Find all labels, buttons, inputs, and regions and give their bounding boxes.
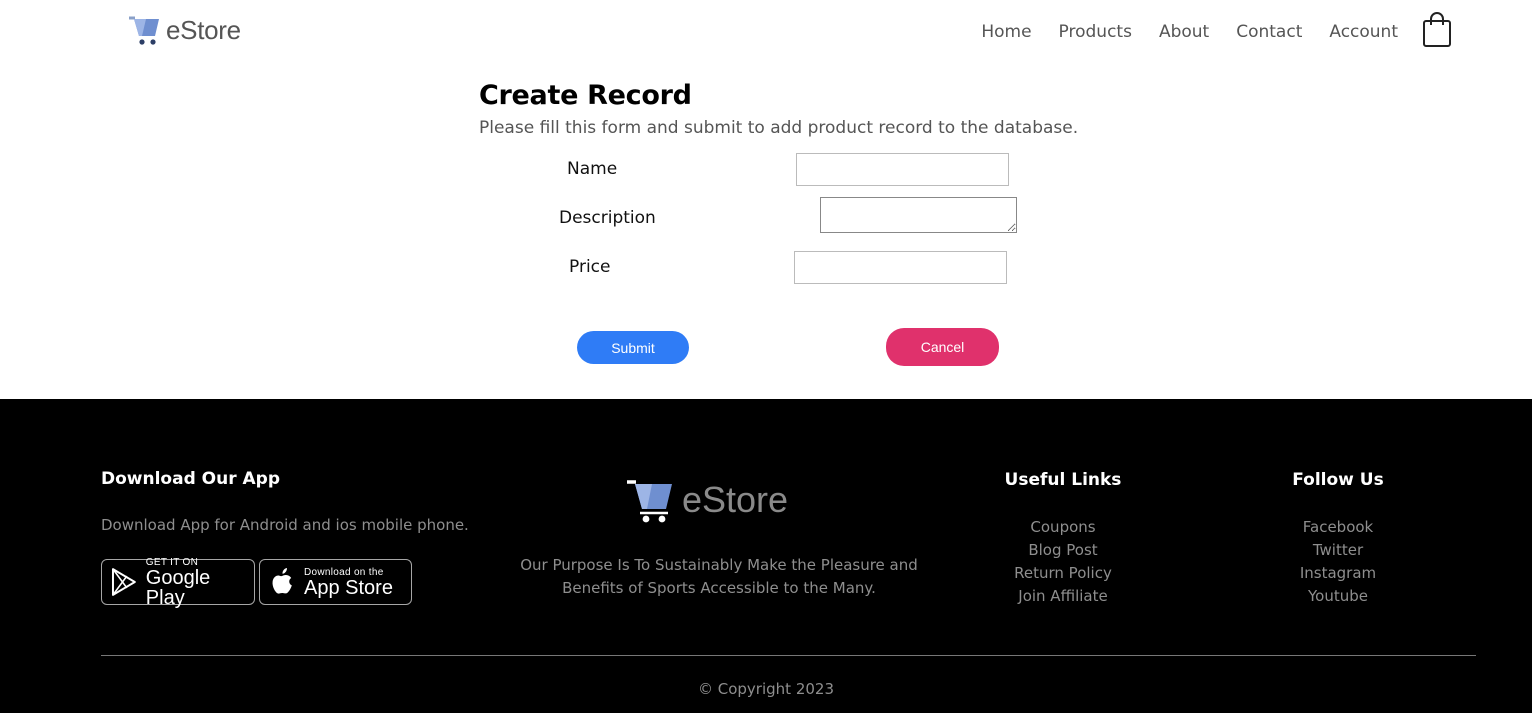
- footer-link-blog-post[interactable]: Blog Post: [963, 539, 1163, 562]
- nav-contact[interactable]: Contact: [1236, 22, 1302, 42]
- social-link-instagram[interactable]: Instagram: [1238, 562, 1438, 585]
- purpose-line-1: Our Purpose Is To Sustainably Make the P…: [520, 556, 918, 574]
- nav-home[interactable]: Home: [981, 22, 1031, 42]
- copyright-text: © Copyright 2023: [697, 680, 834, 698]
- price-label: Price: [569, 257, 611, 277]
- price-field[interactable]: [794, 251, 1007, 284]
- social-link-facebook[interactable]: Facebook: [1238, 516, 1438, 539]
- footer-link-coupons[interactable]: Coupons: [963, 516, 1163, 539]
- google-play-icon: [111, 568, 136, 596]
- app-store-badge[interactable]: Download on the App Store: [259, 559, 412, 605]
- shopping-cart-icon: [627, 480, 672, 523]
- site-footer: Download Our App Download App for Androi…: [0, 399, 1532, 713]
- google-play-small-text: GET IT ON: [145, 556, 199, 568]
- page-title: Create Record: [479, 80, 692, 111]
- app-store-small-text: Download on the: [304, 566, 384, 578]
- useful-links-list: Coupons Blog Post Return Policy Join Aff…: [963, 516, 1163, 608]
- shopping-cart-icon: [129, 16, 159, 45]
- submit-button[interactable]: Submit: [577, 331, 689, 364]
- social-link-youtube[interactable]: Youtube: [1238, 585, 1438, 608]
- google-play-big-text: Google Play: [145, 566, 211, 609]
- footer-purpose: Our Purpose Is To Sustainably Make the P…: [500, 554, 938, 600]
- footer-divider: [101, 655, 1476, 656]
- cancel-button[interactable]: Cancel: [886, 328, 999, 366]
- footer-link-return-policy[interactable]: Return Policy: [963, 562, 1163, 585]
- app-store-big-text: App Store: [304, 576, 393, 599]
- description-field[interactable]: [820, 197, 1017, 233]
- footer-brand-name: eStore: [682, 479, 789, 520]
- download-app-heading: Download Our App: [101, 469, 281, 489]
- follow-us-list: Facebook Twitter Instagram Youtube: [1238, 516, 1438, 608]
- description-label: Description: [559, 208, 656, 228]
- page-subtitle: Please fill this form and submit to add …: [479, 118, 1079, 138]
- brand-logo[interactable]: eStore: [128, 14, 241, 46]
- social-link-twitter[interactable]: Twitter: [1238, 539, 1438, 562]
- nav-account[interactable]: Account: [1329, 22, 1398, 42]
- main-nav: Home Products About Contact Account: [954, 22, 1398, 42]
- download-app-text: Download App for Android and ios mobile …: [101, 516, 469, 534]
- follow-us-heading: Follow Us: [1292, 470, 1384, 490]
- name-label: Name: [567, 159, 618, 179]
- nav-about[interactable]: About: [1159, 22, 1209, 42]
- purpose-line-2: Benefits of Sports Accessible to the Man…: [562, 579, 876, 597]
- nav-products[interactable]: Products: [1059, 22, 1132, 42]
- apple-icon: [272, 568, 292, 594]
- brand-name: eStore: [166, 14, 241, 45]
- name-field[interactable]: [796, 153, 1009, 186]
- google-play-badge[interactable]: GET IT ON Google Play: [101, 556, 255, 609]
- footer-logo[interactable]: eStore: [626, 476, 788, 524]
- footer-link-join-affiliate[interactable]: Join Affiliate: [963, 585, 1163, 608]
- shopping-bag-icon[interactable]: [1422, 12, 1452, 48]
- useful-links-heading: Useful Links: [1004, 470, 1122, 490]
